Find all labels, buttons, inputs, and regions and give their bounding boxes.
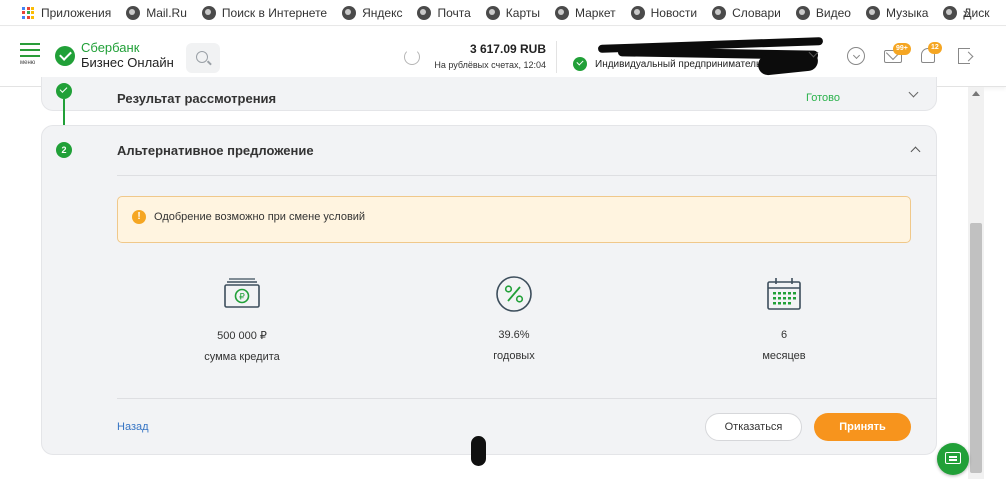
- step-complete-icon: [56, 83, 72, 99]
- bookmark-label: Mail.Ru: [146, 5, 187, 20]
- hamburger-icon-line: [20, 55, 40, 57]
- header-divider: [556, 41, 557, 73]
- balance-widget[interactable]: 3 617.09 RUB На рублёвых счетах, 12:04: [424, 42, 546, 70]
- metric-label: месяцев: [762, 350, 806, 362]
- menu-button[interactable]: меню: [20, 43, 44, 71]
- chat-icon: [945, 452, 961, 464]
- search-icon-handle: [207, 60, 212, 66]
- step-title: Альтернативное предложение: [117, 143, 314, 158]
- download-icon[interactable]: [847, 47, 865, 65]
- bookmark-label: Музыка: [885, 5, 929, 20]
- metric-label: сумма кредита: [204, 351, 280, 363]
- divider: [117, 175, 937, 176]
- globe-icon: [342, 5, 357, 20]
- bookmark-label: Карты: [505, 5, 540, 20]
- bookmark-label: Новости: [650, 5, 698, 20]
- bookmarks-more-button[interactable]: »: [963, 5, 970, 20]
- bookmark-label: Поиск в Интернете: [221, 5, 328, 20]
- step-title: Результат рассмотрения: [117, 91, 277, 106]
- logout-icon[interactable]: [958, 48, 970, 64]
- bookmark-apps[interactable]: Приложения: [22, 6, 111, 20]
- globe-icon: [795, 5, 810, 20]
- globe-icon: [201, 5, 216, 20]
- step-review-result[interactable]: Результат рассмотрения Готово: [41, 77, 937, 111]
- mail-count-badge: 99+: [893, 43, 911, 55]
- bookmarks-bar: Приложения Mail.Ru Поиск в Интернете Янд…: [0, 0, 1006, 26]
- bookmark-video[interactable]: Видео: [795, 5, 851, 20]
- accept-button[interactable]: Принять: [814, 413, 911, 441]
- metric-loan-amount: ₽ 500 000 ₽ сумма кредита: [172, 274, 312, 363]
- globe-icon: [417, 5, 432, 20]
- calendar-icon: [764, 274, 804, 314]
- money-icon: ₽: [222, 274, 262, 314]
- page-scrollbar[interactable]: [968, 87, 984, 479]
- globe-icon: [630, 5, 645, 20]
- main-content: Результат рассмотрения Готово Альтернати…: [0, 77, 968, 479]
- metric-value: 39.6%: [498, 329, 530, 341]
- divider: [117, 398, 937, 399]
- metric-term: 6 месяцев: [714, 274, 854, 362]
- bookmark-mailru[interactable]: Mail.Ru: [126, 5, 187, 20]
- scroll-up-arrow-icon[interactable]: [972, 91, 980, 96]
- redacted-organization-name: [597, 37, 824, 77]
- metric-annual-rate: 39.6% годовых: [444, 274, 584, 362]
- svg-text:₽: ₽: [239, 293, 245, 303]
- bookmark-label: Видео: [815, 5, 851, 20]
- bookmark-dictionaries[interactable]: Словари: [712, 5, 781, 20]
- check-circle-icon: [573, 57, 587, 71]
- globe-icon: [555, 5, 569, 20]
- bookmark-music[interactable]: Музыка: [865, 5, 929, 20]
- decline-button[interactable]: Отказаться: [705, 413, 802, 441]
- step-number-badge: 2: [56, 142, 72, 158]
- bookmark-search[interactable]: Поиск в Интернете: [201, 5, 328, 20]
- redaction-mark: [471, 436, 486, 466]
- balance-subtitle: На рублёвых счетах, 12:04: [434, 60, 546, 70]
- hamburger-icon-line: [20, 49, 40, 51]
- globe-icon: [485, 5, 500, 20]
- bookmark-yandex[interactable]: Яндекс: [342, 5, 403, 20]
- sberbank-logo[interactable]: Сбербанк Бизнес Онлайн: [55, 41, 174, 70]
- bookmark-news[interactable]: Новости: [630, 5, 698, 20]
- notification-count-badge: 12: [928, 42, 942, 54]
- globe-icon: [865, 5, 880, 20]
- logo-line1: Сбербанк: [81, 40, 140, 55]
- refresh-icon[interactable]: [404, 49, 420, 65]
- back-link[interactable]: Назад: [117, 421, 149, 433]
- chat-button[interactable]: [937, 443, 969, 475]
- warning-alert: ! Одобрение возможно при смене условий: [117, 196, 911, 243]
- bookmark-market[interactable]: Маркет: [555, 5, 616, 20]
- scrollbar-thumb[interactable]: [970, 223, 982, 473]
- menu-label: меню: [20, 60, 36, 66]
- balance-amount: 3 617.09 RUB: [469, 42, 546, 56]
- search-button[interactable]: [186, 43, 220, 73]
- globe-icon: [712, 5, 727, 20]
- bookmark-maps[interactable]: Карты: [485, 5, 540, 20]
- step-alternative-offer: Альтернативное предложение ! Одобрение в…: [41, 125, 937, 455]
- bookmark-label: Словари: [732, 5, 781, 20]
- sberbank-logo-icon: [55, 45, 75, 66]
- apps-grid-icon: [22, 6, 34, 19]
- bookmark-label: Почта: [437, 5, 471, 20]
- bookmark-label: Яндекс: [362, 5, 403, 20]
- globe-icon: [126, 5, 141, 20]
- logo-line2: Бизнес Онлайн: [81, 55, 174, 70]
- bookmark-label: Маркет: [575, 5, 616, 20]
- step-status: Готово: [806, 92, 840, 104]
- chevron-down-icon[interactable]: [908, 87, 919, 98]
- warning-icon: !: [132, 210, 146, 224]
- bookmark-label: Приложения: [41, 5, 112, 20]
- bookmark-mail[interactable]: Почта: [417, 5, 471, 20]
- hamburger-icon: [20, 43, 40, 45]
- metric-label: годовых: [493, 350, 535, 362]
- metric-value: 500 000 ₽: [217, 330, 267, 342]
- metric-value: 6: [780, 329, 788, 341]
- alert-text: Одобрение возможно при смене условий: [154, 211, 366, 223]
- globe-icon: [943, 5, 958, 20]
- percent-icon: [494, 274, 534, 314]
- chevron-up-icon[interactable]: [910, 146, 921, 157]
